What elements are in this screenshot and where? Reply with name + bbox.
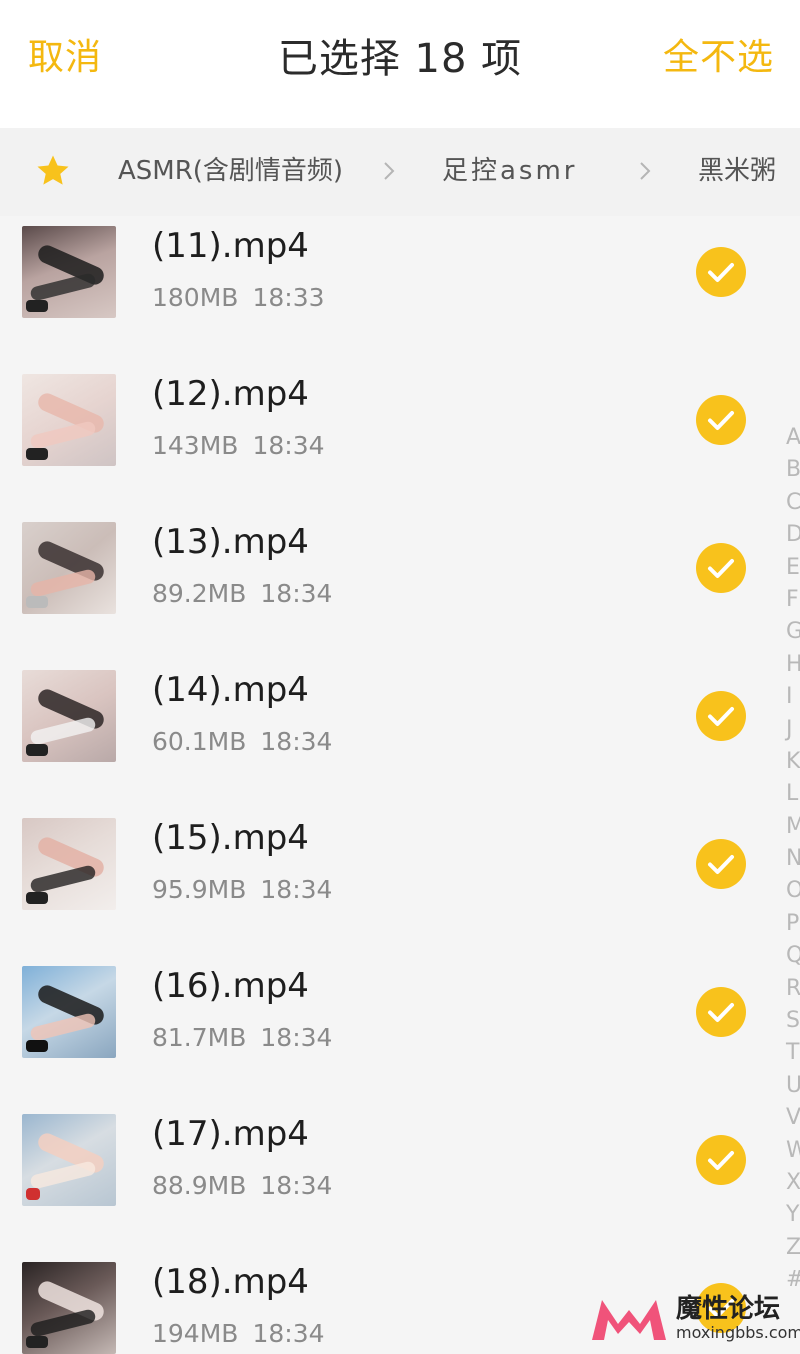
file-meta: 95.9MB 18:34 bbox=[152, 874, 332, 906]
checkmark-circle-icon[interactable] bbox=[695, 690, 747, 742]
file-meta: 180MB 18:33 bbox=[152, 282, 325, 314]
checkmark-circle-icon[interactable] bbox=[695, 246, 747, 298]
video-thumbnail bbox=[22, 818, 116, 910]
file-time: 18:34 bbox=[252, 1319, 325, 1348]
file-name: (14).mp4 bbox=[152, 670, 309, 710]
site-watermark: 魔性论坛 moxingbbs.com bbox=[588, 1292, 800, 1348]
breadcrumb-item-current-folder[interactable]: 黑米粥 bbox=[698, 154, 776, 188]
index-letter[interactable]: O bbox=[782, 875, 800, 907]
file-time: 18:34 bbox=[260, 1023, 333, 1052]
file-size: 194MB bbox=[152, 1319, 239, 1348]
video-thumbnail bbox=[22, 374, 116, 466]
file-name: (12).mp4 bbox=[152, 374, 309, 414]
checkmark-circle-icon[interactable] bbox=[695, 986, 747, 1038]
breadcrumb-item-asmr[interactable]: ASMR(含剧情音频) bbox=[118, 154, 343, 188]
watermark-logo-icon bbox=[592, 1300, 666, 1340]
file-row[interactable]: (12).mp4 143MB 18:34 bbox=[0, 368, 760, 516]
index-letter[interactable]: R bbox=[782, 973, 800, 1005]
checkmark-circle-icon[interactable] bbox=[695, 394, 747, 446]
index-letter[interactable]: F bbox=[782, 584, 800, 616]
index-letter[interactable]: B bbox=[782, 454, 800, 486]
file-size: 180MB bbox=[152, 283, 239, 312]
file-row[interactable]: (17).mp4 88.9MB 18:34 bbox=[0, 1108, 760, 1256]
checkmark-circle-icon[interactable] bbox=[695, 542, 747, 594]
index-letter[interactable]: S bbox=[782, 1005, 800, 1037]
deselect-all-button[interactable]: 全不选 bbox=[663, 28, 774, 80]
star-icon[interactable] bbox=[34, 152, 72, 190]
index-letter[interactable]: Q bbox=[782, 940, 800, 972]
file-name: (13).mp4 bbox=[152, 522, 309, 562]
index-letter[interactable]: A bbox=[782, 422, 800, 454]
index-letter[interactable]: Y bbox=[782, 1199, 800, 1231]
file-size: 60.1MB bbox=[152, 727, 247, 756]
file-meta: 60.1MB 18:34 bbox=[152, 726, 332, 758]
video-thumbnail bbox=[22, 1262, 116, 1354]
breadcrumb-item-foot-asmr[interactable]: 足控asmr bbox=[442, 154, 578, 188]
index-letter[interactable]: U bbox=[782, 1070, 800, 1102]
chevron-right-icon bbox=[384, 162, 395, 180]
file-time: 18:34 bbox=[252, 431, 325, 460]
index-letter[interactable]: D bbox=[782, 519, 800, 551]
file-size: 95.9MB bbox=[152, 875, 247, 904]
video-thumbnail bbox=[22, 522, 116, 614]
index-letter[interactable]: I bbox=[782, 681, 800, 713]
file-time: 18:34 bbox=[260, 579, 333, 608]
index-letter[interactable]: # bbox=[782, 1264, 800, 1292]
index-letter[interactable]: X bbox=[782, 1167, 800, 1199]
index-letter[interactable]: N bbox=[782, 843, 800, 875]
chevron-right-icon bbox=[640, 162, 651, 180]
file-size: 89.2MB bbox=[152, 579, 247, 608]
index-letter[interactable]: J bbox=[782, 714, 800, 746]
file-meta: 81.7MB 18:34 bbox=[152, 1022, 332, 1054]
index-letter[interactable]: C bbox=[782, 487, 800, 519]
file-row[interactable]: (13).mp4 89.2MB 18:34 bbox=[0, 516, 760, 664]
file-row[interactable]: (14).mp4 60.1MB 18:34 bbox=[0, 664, 760, 812]
alphabet-index-bar[interactable]: A B C D E F G H I J K L M N O P Q R S T … bbox=[782, 422, 800, 1292]
index-letter[interactable]: G bbox=[782, 616, 800, 648]
file-meta: 88.9MB 18:34 bbox=[152, 1170, 332, 1202]
file-row[interactable]: (16).mp4 81.7MB 18:34 bbox=[0, 960, 760, 1108]
checkmark-circle-icon[interactable] bbox=[695, 1134, 747, 1186]
file-name: (11).mp4 bbox=[152, 226, 309, 266]
watermark-site-name: 魔性论坛 bbox=[676, 1294, 781, 1324]
file-meta: 194MB 18:34 bbox=[152, 1318, 325, 1350]
file-name: (15).mp4 bbox=[152, 818, 309, 858]
checkmark-circle-icon[interactable] bbox=[695, 838, 747, 890]
video-thumbnail bbox=[22, 1114, 116, 1206]
video-thumbnail bbox=[22, 966, 116, 1058]
index-letter[interactable]: T bbox=[782, 1037, 800, 1069]
file-name: (16).mp4 bbox=[152, 966, 309, 1006]
index-letter[interactable]: W bbox=[782, 1135, 800, 1167]
file-name: (17).mp4 bbox=[152, 1114, 309, 1154]
index-letter[interactable]: M bbox=[782, 811, 800, 843]
index-letter[interactable]: L bbox=[782, 778, 800, 810]
file-row[interactable]: (15).mp4 95.9MB 18:34 bbox=[0, 812, 760, 960]
breadcrumb: ASMR(含剧情音频) 足控asmr 黑米粥 bbox=[0, 128, 800, 216]
watermark-site-url: moxingbbs.com bbox=[676, 1323, 800, 1342]
file-size: 143MB bbox=[152, 431, 239, 460]
file-time: 18:34 bbox=[260, 727, 333, 756]
file-time: 18:33 bbox=[252, 283, 325, 312]
video-thumbnail bbox=[22, 226, 116, 318]
index-letter[interactable]: V bbox=[782, 1102, 800, 1134]
file-time: 18:34 bbox=[260, 875, 333, 904]
video-thumbnail bbox=[22, 670, 116, 762]
index-letter[interactable]: Z bbox=[782, 1232, 800, 1264]
file-list: (11).mp4 180MB 18:33 (12).mp4 143MB 18:34 … bbox=[0, 216, 800, 1354]
index-letter[interactable]: H bbox=[782, 649, 800, 681]
file-time: 18:34 bbox=[260, 1171, 333, 1200]
file-size: 81.7MB bbox=[152, 1023, 247, 1052]
file-size: 88.9MB bbox=[152, 1171, 247, 1200]
index-letter[interactable]: E bbox=[782, 552, 800, 584]
top-bar: 取消 已选择 18 项 全不选 bbox=[0, 0, 800, 128]
file-meta: 143MB 18:34 bbox=[152, 430, 325, 462]
file-meta: 89.2MB 18:34 bbox=[152, 578, 332, 610]
file-row[interactable]: (11).mp4 180MB 18:33 bbox=[0, 220, 760, 368]
file-name: (18).mp4 bbox=[152, 1262, 309, 1302]
index-letter[interactable]: K bbox=[782, 746, 800, 778]
index-letter[interactable]: P bbox=[782, 908, 800, 940]
